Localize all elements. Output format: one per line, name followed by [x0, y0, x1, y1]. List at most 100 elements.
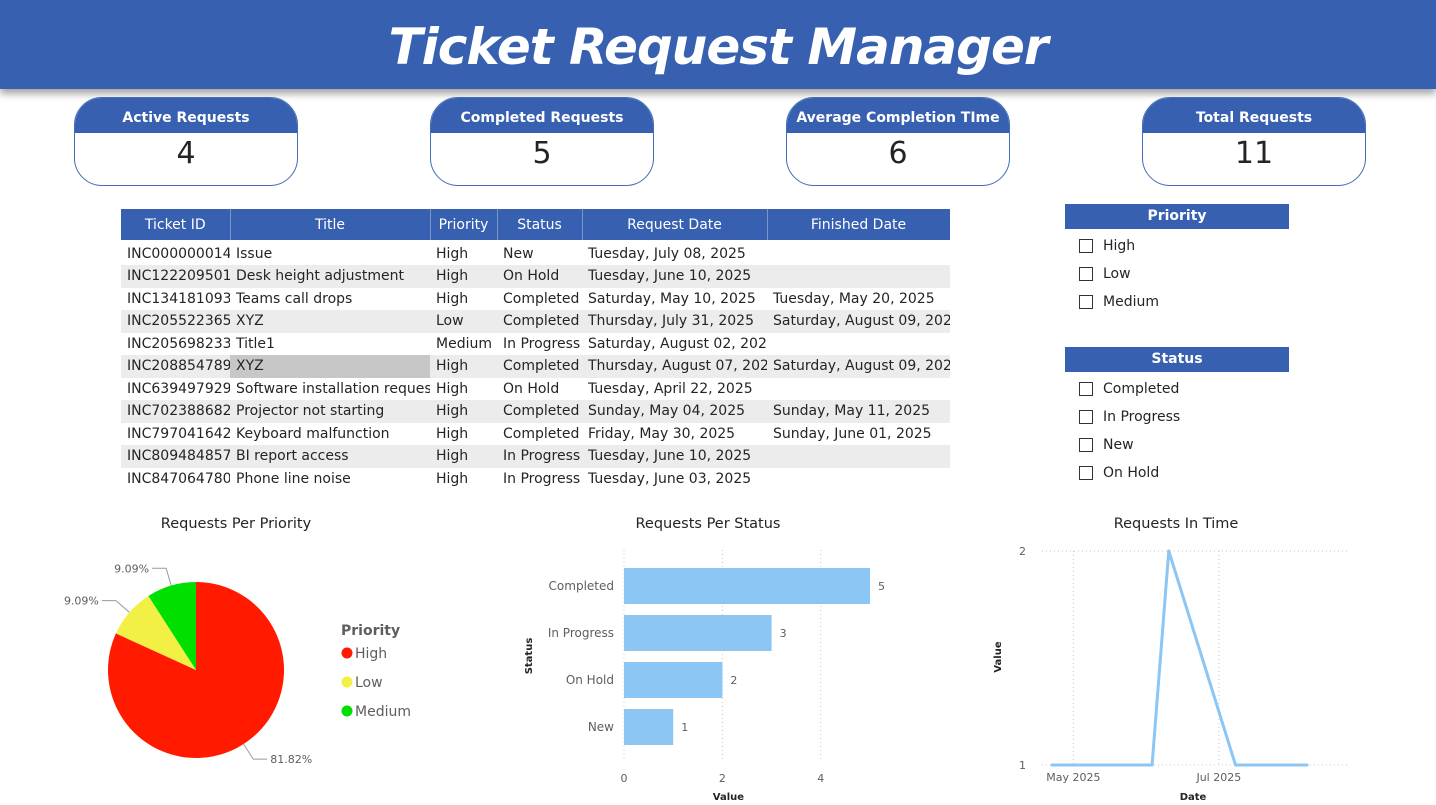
slicer-option-in-progress[interactable]: In Progress — [1065, 403, 1289, 431]
cell-status[interactable]: In Progress — [497, 468, 582, 491]
cell-finished-date[interactable]: Tuesday, May 20, 2025 — [767, 288, 950, 311]
cell-request-date[interactable]: Thursday, August 07, 2025 — [582, 355, 767, 378]
cell-status[interactable]: In Progress — [497, 445, 582, 468]
checkbox[interactable] — [1079, 295, 1093, 309]
slicer-option-medium[interactable]: Medium — [1065, 288, 1289, 316]
cell-request-date[interactable]: Tuesday, June 03, 2025 — [582, 468, 767, 491]
cell-title[interactable]: BI report access — [230, 445, 430, 468]
checkbox[interactable] — [1079, 382, 1093, 396]
cell-title[interactable]: Keyboard malfunction — [230, 423, 430, 446]
cell-request-date[interactable]: Tuesday, June 10, 2025 — [582, 265, 767, 288]
cell-priority[interactable]: High — [430, 400, 497, 423]
table-row[interactable]: INC205522365 XYZ Low Completed Thursday, Jul… — [121, 310, 950, 333]
cell-ticket-id[interactable]: INC134181093 — [121, 288, 230, 311]
cell-request-date[interactable]: Tuesday, July 08, 2025 — [582, 240, 767, 265]
cell-request-date[interactable]: Tuesday, April 22, 2025 — [582, 378, 767, 401]
slicer-option-label: Low — [1103, 266, 1131, 282]
cell-priority[interactable]: High — [430, 445, 497, 468]
checkbox[interactable] — [1079, 466, 1093, 480]
table-row[interactable]: INC639497929 Software installation reques… — [121, 378, 950, 401]
cell-status[interactable]: Completed — [497, 355, 582, 378]
cell-finished-date[interactable] — [767, 468, 950, 491]
column-header-ticket-id[interactable]: Ticket ID — [121, 209, 231, 240]
cell-status[interactable]: Completed — [497, 423, 582, 446]
cell-status[interactable]: Completed — [497, 288, 582, 311]
column-header-priority[interactable]: Priority — [430, 209, 498, 240]
cell-priority[interactable]: High — [430, 468, 497, 491]
cell-ticket-id[interactable]: INC205522365 — [121, 310, 230, 333]
table-row[interactable]: INC847064780 Phone line noise High In Progr… — [121, 468, 950, 491]
cell-priority[interactable]: Low — [430, 310, 497, 333]
cell-ticket-id[interactable]: INC639497929 — [121, 378, 230, 401]
cell-ticket-id[interactable]: INC205698233 — [121, 333, 230, 356]
cell-request-date[interactable]: Saturday, May 10, 2025 — [582, 288, 767, 311]
cell-status[interactable]: On Hold — [497, 378, 582, 401]
slicer-option-low[interactable]: Low — [1065, 260, 1289, 288]
cell-finished-date[interactable]: Saturday, August 09, 2025 — [767, 355, 950, 378]
cell-priority[interactable]: High — [430, 355, 497, 378]
column-header-finished-date[interactable]: Finished Date — [767, 209, 951, 240]
cell-request-date[interactable]: Tuesday, June 10, 2025 — [582, 445, 767, 468]
cell-title[interactable]: XYZ — [230, 310, 430, 333]
column-header-request-date[interactable]: Request Date — [582, 209, 768, 240]
cell-title[interactable]: Software installation request — [230, 378, 430, 401]
table-row[interactable]: INC208854789 XYZ High Completed Thursday, Au… — [121, 355, 950, 378]
checkbox[interactable] — [1079, 438, 1093, 452]
cell-status[interactable]: On Hold — [497, 265, 582, 288]
column-header-title[interactable]: Title — [230, 209, 431, 240]
cell-priority[interactable]: High — [430, 240, 497, 265]
cell-priority[interactable]: High — [430, 378, 497, 401]
pie-data-label: 9.09% — [64, 595, 99, 608]
cell-finished-date[interactable] — [767, 265, 950, 288]
slicer-option-high[interactable]: High — [1065, 232, 1289, 260]
cell-priority[interactable]: High — [430, 423, 497, 446]
cell-priority[interactable]: Medium — [430, 333, 497, 356]
checkbox[interactable] — [1079, 239, 1093, 253]
cell-finished-date[interactable]: Saturday, August 09, 2025 — [767, 310, 950, 333]
cell-ticket-id[interactable]: INC208854789 — [121, 355, 230, 378]
table-row[interactable]: INC000000014 Issue High New Tuesday, July 08… — [121, 240, 950, 265]
cell-ticket-id[interactable]: INC702388682 — [121, 400, 230, 423]
cell-request-date[interactable]: Thursday, July 31, 2025 — [582, 310, 767, 333]
table-row[interactable]: INC797041642 Keyboard malfunction High Comp… — [121, 423, 950, 446]
cell-finished-date[interactable] — [767, 445, 950, 468]
cell-title[interactable]: XYZ — [230, 355, 430, 378]
cell-ticket-id[interactable]: INC000000014 — [121, 240, 230, 265]
checkbox[interactable] — [1079, 267, 1093, 281]
table-row[interactable]: INC702388682 Projector not starting High Co… — [121, 400, 950, 423]
cell-request-date[interactable]: Friday, May 30, 2025 — [582, 423, 767, 446]
cell-finished-date[interactable] — [767, 240, 950, 265]
cell-title[interactable]: Title1 — [230, 333, 430, 356]
cell-ticket-id[interactable]: INC847064780 — [121, 468, 230, 491]
cell-title[interactable]: Issue — [230, 240, 430, 265]
checkbox[interactable] — [1079, 410, 1093, 424]
slicer-option-new[interactable]: New — [1065, 431, 1289, 459]
cell-status[interactable]: New — [497, 240, 582, 265]
table-row[interactable]: INC122209501 Desk height adjustment High On… — [121, 265, 950, 288]
cell-title[interactable]: Phone line noise — [230, 468, 430, 491]
cell-status[interactable]: In Progress — [497, 333, 582, 356]
slicer-option-completed[interactable]: Completed — [1065, 375, 1289, 403]
cell-finished-date[interactable]: Sunday, June 01, 2025 — [767, 423, 950, 446]
cell-status[interactable]: Completed — [497, 310, 582, 333]
cell-finished-date[interactable] — [767, 378, 950, 401]
table-row[interactable]: INC134181093 Teams call drops High Complete… — [121, 288, 950, 311]
cell-status[interactable]: Completed — [497, 400, 582, 423]
table-row[interactable]: INC809484857 BI report access High In Progr… — [121, 445, 950, 468]
cell-finished-date[interactable]: Sunday, May 11, 2025 — [767, 400, 950, 423]
cell-priority[interactable]: High — [430, 265, 497, 288]
cell-request-date[interactable]: Sunday, May 04, 2025 — [582, 400, 767, 423]
cell-ticket-id[interactable]: INC122209501 — [121, 265, 230, 288]
column-header-status[interactable]: Status — [497, 209, 583, 240]
cell-request-date[interactable]: Saturday, August 02, 2025 — [582, 333, 767, 356]
cell-priority[interactable]: High — [430, 288, 497, 311]
cell-title[interactable]: Projector not starting — [230, 400, 430, 423]
cell-finished-date[interactable] — [767, 333, 950, 356]
table-row[interactable]: INC205698233 Title1 Medium In Progress Satur… — [121, 333, 950, 356]
cell-ticket-id[interactable]: INC797041642 — [121, 423, 230, 446]
status-slicer: Status Completed In Progress New On Hold — [1065, 347, 1289, 487]
cell-ticket-id[interactable]: INC809484857 — [121, 445, 230, 468]
cell-title[interactable]: Teams call drops — [230, 288, 430, 311]
cell-title[interactable]: Desk height adjustment — [230, 265, 430, 288]
slicer-option-on-hold[interactable]: On Hold — [1065, 459, 1289, 487]
